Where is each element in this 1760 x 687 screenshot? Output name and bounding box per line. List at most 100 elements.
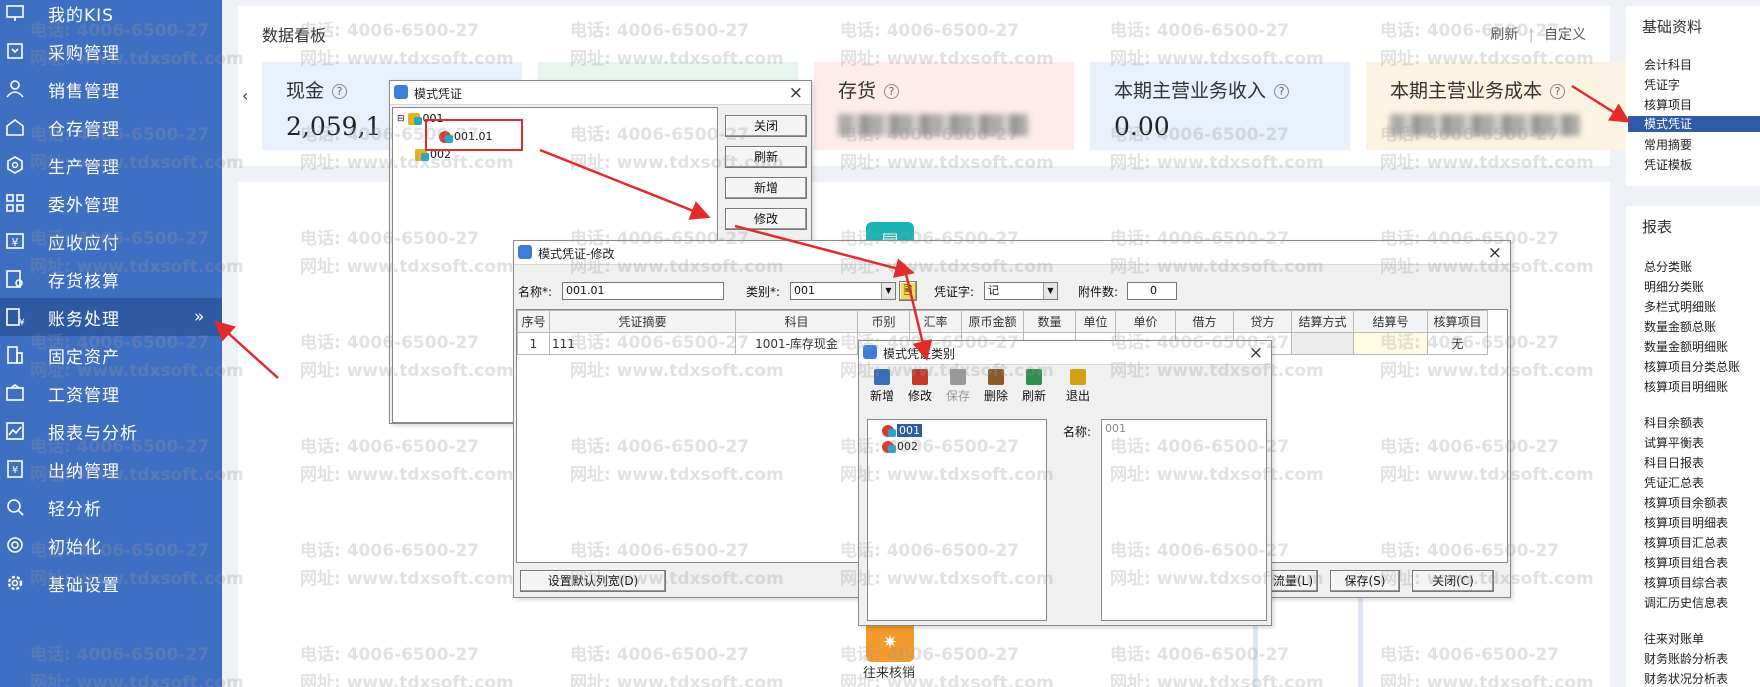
name-input[interactable]: 001.01 [562,282,724,300]
column-header[interactable]: 核算项目 [1427,310,1488,333]
column-header[interactable]: 结算方式 [1291,310,1354,333]
category-lookup-icon[interactable]: 🗎 [899,281,917,301]
category-name-input[interactable]: 001 [1101,419,1267,621]
tree-node-001[interactable]: ⊟ 001 [397,112,444,125]
save-button[interactable]: 保存(S) [1330,570,1400,592]
sidebar-item[interactable]: 我的KIS [0,0,222,32]
sidebar-item[interactable]: 仓存管理 [0,108,222,146]
report-link[interactable]: 财务状况分析表 [1644,670,1728,687]
sidebar-item[interactable]: 委外管理 [0,184,222,222]
report-link[interactable]: 科目日报表 [1644,454,1704,471]
delete-toolbar-button[interactable]: 删除 [977,367,1015,405]
report-link[interactable]: 科目余额表 [1644,414,1704,431]
refresh-toolbar-button[interactable]: 刷新 [1015,367,1053,405]
table-cell[interactable]: 1 [517,332,550,355]
report-link[interactable]: 数量金额总账 [1644,318,1716,335]
sidebar-item[interactable]: ¥ 出纳管理 [0,450,222,488]
close-button[interactable]: 关闭(C) [1412,570,1494,592]
help-icon[interactable]: ? [332,84,348,99]
report-link[interactable]: 多栏式明细账 [1644,298,1716,315]
close-icon[interactable]: × [1488,243,1502,263]
customize-link[interactable]: 自定义 [1544,27,1586,43]
basic-data-link[interactable]: 模式凭证 [1628,116,1760,132]
sidebar-item[interactable]: ¥ 应收应付 [0,222,222,260]
sidebar-item[interactable]: ¥ 账务处理 » [0,298,222,336]
summary-card[interactable]: 存货? [814,62,1074,150]
report-link[interactable]: 试算平衡表 [1644,434,1704,451]
default-column-width-button[interactable]: 设置默认列宽(D) [520,570,666,592]
sidebar-item[interactable]: 基础设置 [0,564,222,602]
sidebar-item[interactable]: 初始化 [0,526,222,564]
carousel-prev-icon[interactable]: ‹ [242,86,248,105]
report-link[interactable]: 往来对账单 [1644,630,1704,647]
modify-toolbar-button[interactable]: 修改 [901,367,939,405]
table-cell[interactable]: 1001-库存现金 [735,332,858,355]
category-select[interactable]: 001 ▼ [790,282,896,300]
expand-chevron-icon[interactable]: » [194,307,204,327]
report-link[interactable]: 凭证汇总表 [1644,474,1704,491]
column-header[interactable]: 借方 [1175,310,1234,333]
sidebar-item[interactable]: 采购管理 [0,32,222,70]
report-link[interactable]: 核算项目明细账 [1644,378,1728,395]
report-link[interactable]: 核算项目明细表 [1644,514,1728,531]
exit-toolbar-button[interactable]: 退出 [1059,367,1097,405]
sidebar-item[interactable]: 报表与分析 [0,412,222,450]
column-header[interactable]: 凭证摘要 [549,310,736,333]
table-cell[interactable]: 111 [549,332,736,355]
sidebar-item[interactable]: 销售管理 [0,70,222,108]
close-icon[interactable]: × [789,83,803,103]
column-header[interactable]: 单价 [1115,310,1176,333]
table-cell[interactable] [1353,332,1428,355]
table-cell[interactable] [1291,332,1354,355]
report-link[interactable]: 核算项目组合表 [1644,554,1728,571]
basic-data-link[interactable]: 凭证模板 [1644,156,1692,173]
refresh-button[interactable]: 刷新 [725,146,807,168]
chevron-down-icon[interactable]: ▼ [1043,283,1057,299]
help-icon[interactable]: ? [1550,84,1566,99]
close-icon[interactable]: × [1249,343,1263,363]
tree-node-002[interactable]: 002 [882,440,918,453]
sidebar-item[interactable]: 固定资产 [0,336,222,374]
sidebar-item[interactable]: 轻分析 [0,488,222,526]
table-cell[interactable]: 无 [1427,332,1488,355]
tree-node-001[interactable]: 001 [882,424,922,437]
chevron-down-icon[interactable]: ▼ [881,283,895,299]
report-link[interactable]: 数量金额明细账 [1644,338,1728,355]
save-toolbar-button[interactable]: 保存 [939,367,977,405]
basic-data-link[interactable]: 凭证字 [1644,76,1680,93]
report-link[interactable]: 核算项目余额表 [1644,494,1728,511]
report-link[interactable]: 财务账龄分析表 [1644,650,1728,667]
flow-label-settlement[interactable]: 往来核销 [863,662,915,681]
basic-data-link[interactable]: 会计科目 [1644,56,1692,73]
tree-node-001-01[interactable]: 001.01 [439,130,493,143]
report-link[interactable]: 核算项目分类总账 [1644,358,1740,375]
help-icon[interactable]: ? [1274,84,1290,99]
column-header[interactable]: 结算号 [1353,310,1428,333]
column-header[interactable]: 币别 [857,310,910,333]
modify-button[interactable]: 修改 [725,208,807,230]
basic-data-link[interactable]: 常用摘要 [1644,136,1692,153]
basic-data-link[interactable]: 核算项目 [1644,96,1692,113]
column-header[interactable]: 科目 [735,310,858,333]
tree-node-002[interactable]: 002 [415,148,451,161]
summary-card[interactable]: 本期主营业务收入? 0.00 [1090,62,1350,150]
report-link[interactable]: 明细分类账 [1644,278,1704,295]
refresh-link[interactable]: 刷新 [1490,27,1518,43]
column-header[interactable]: 数量 [1023,310,1076,333]
column-header[interactable]: 贷方 [1233,310,1292,333]
report-link[interactable]: 调汇历史信息表 [1644,594,1728,611]
column-header[interactable]: 汇率 [909,310,962,333]
report-link[interactable]: 总分类账 [1644,258,1692,275]
attachments-input[interactable]: 0 [1127,282,1177,300]
help-icon[interactable]: ? [884,84,900,99]
add-toolbar-button[interactable]: 新增 [863,367,901,405]
sidebar-item[interactable]: 生产管理 [0,146,222,184]
summary-card[interactable]: 本期主营业务成本? [1366,62,1626,150]
report-link[interactable]: 核算项目综合表 [1644,574,1728,591]
sidebar-item[interactable]: 工资管理 [0,374,222,412]
voucher-word-select[interactable]: 记 ▼ [984,282,1058,300]
column-header[interactable]: 序号 [517,310,550,333]
sidebar-item[interactable]: 存货核算 [0,260,222,298]
column-header[interactable]: 原币金额 [961,310,1024,333]
add-button[interactable]: 新增 [725,177,807,199]
